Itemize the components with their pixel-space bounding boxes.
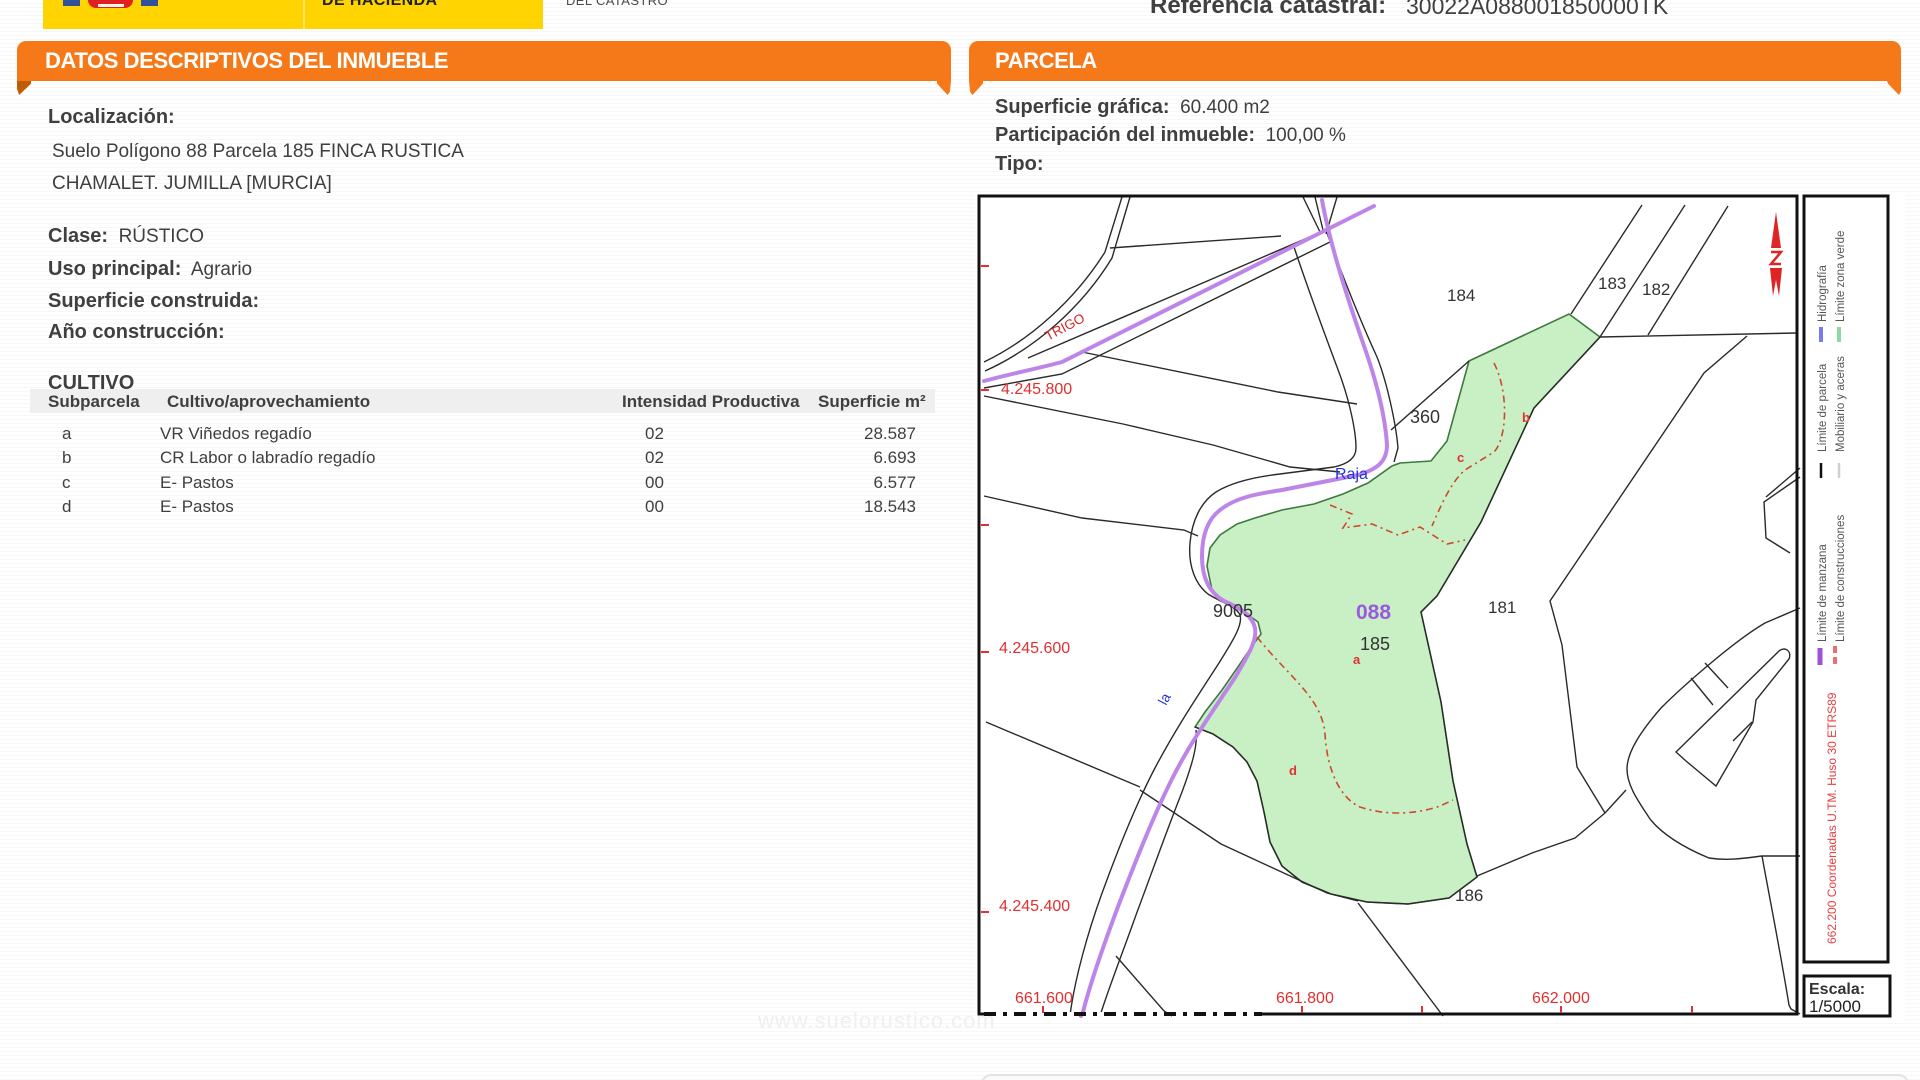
svg-text:b: b [1522,410,1530,425]
svg-text:181: 181 [1488,598,1516,617]
svg-text:182: 182 [1642,280,1670,299]
svg-text:185: 185 [1360,634,1390,654]
svg-text:Límite de construcciones: Límite de construcciones [1835,515,1847,642]
svg-text:9005: 9005 [1213,601,1253,621]
svg-text:4.245.600: 4.245.600 [999,640,1070,657]
svg-text:4.245.800: 4.245.800 [1001,381,1072,398]
svg-text:360: 360 [1410,407,1440,427]
svg-text:1/5000: 1/5000 [1809,997,1861,1016]
svg-text:662.200 Coordenadas U.TM. Huso: 662.200 Coordenadas U.TM. Huso 30 ETRS89 [1825,692,1839,944]
svg-text:Límite zona verde: Límite zona verde [1835,231,1847,322]
svg-text:183: 183 [1598,274,1626,293]
svg-text:661.800: 661.800 [1276,990,1334,1007]
svg-text:a: a [1353,652,1361,667]
svg-text:Mobiliario y aceras: Mobiliario y aceras [1835,356,1847,452]
svg-text:4.245.400: 4.245.400 [999,898,1070,915]
svg-text:Escala:: Escala: [1809,981,1865,998]
svg-text:c: c [1457,450,1464,465]
svg-text:Raja: Raja [1335,466,1368,483]
svg-text:Límite de parcela: Límite de parcela [1817,363,1829,452]
svg-text:184: 184 [1447,286,1475,305]
svg-text:662.000: 662.000 [1532,990,1590,1007]
svg-text:661.600: 661.600 [1015,990,1073,1007]
svg-text:d: d [1289,763,1297,778]
svg-text:186: 186 [1455,886,1483,905]
svg-text:Límite de manzana: Límite de manzana [1817,544,1829,642]
svg-text:088: 088 [1356,601,1391,624]
svg-text:Hidrografía: Hidrografía [1817,265,1829,322]
